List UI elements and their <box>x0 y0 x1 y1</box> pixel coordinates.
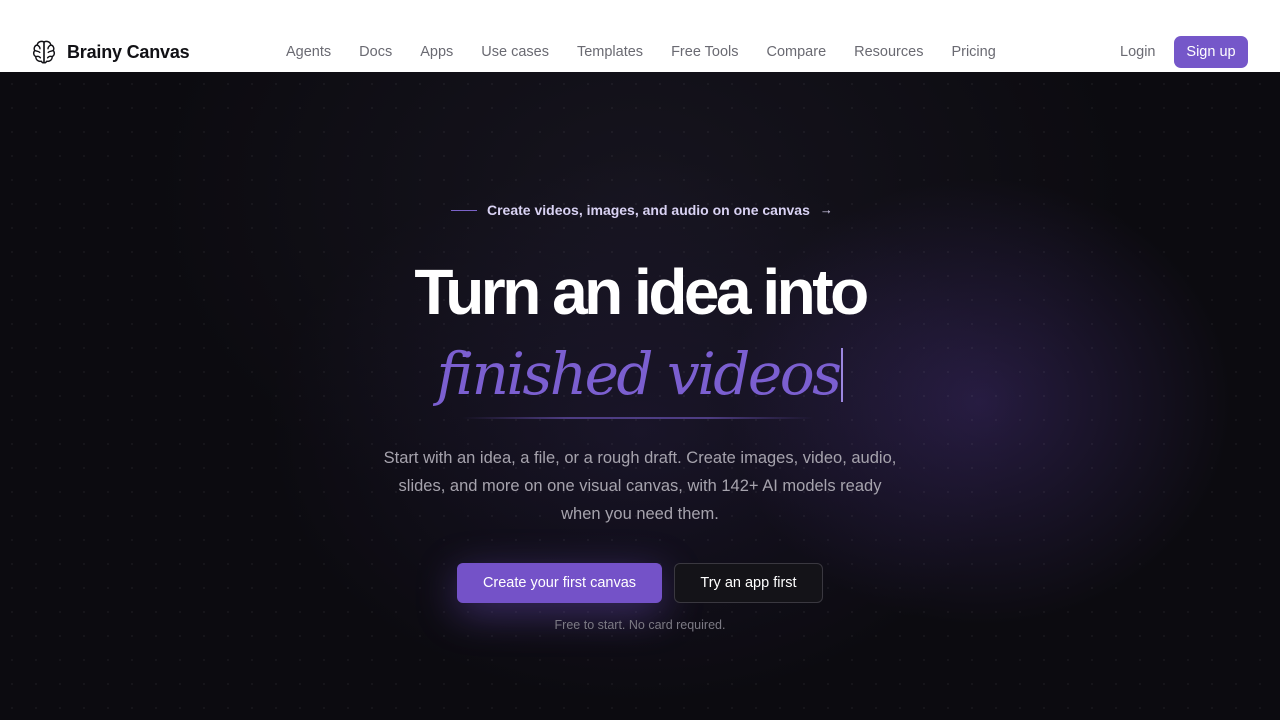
signup-button[interactable]: Sign up <box>1174 36 1248 68</box>
hero-subtitle: Start with an idea, a file, or a rough d… <box>383 449 897 523</box>
create-canvas-button[interactable]: Create your first canvas <box>457 563 662 603</box>
site-header: Brainy Canvas Agents Docs Apps Use cases… <box>0 0 1280 72</box>
typing-cursor <box>841 348 844 402</box>
brain-icon <box>31 39 57 65</box>
hero-section: Create videos, images, and audio on one … <box>0 72 1280 720</box>
nav-item-apps[interactable]: Apps <box>406 42 467 62</box>
arrow-right-icon: → <box>819 202 833 217</box>
nav-item-use-cases[interactable]: Use cases <box>467 42 563 62</box>
nav-item-docs[interactable]: Docs <box>345 42 406 62</box>
eyebrow-line-decoration <box>451 209 477 211</box>
brand-name: Brainy Canvas <box>67 41 190 62</box>
try-app-button[interactable]: Try an app first <box>674 563 823 603</box>
nav-item-compare[interactable]: Compare <box>753 42 841 62</box>
nav-item-resources[interactable]: Resources <box>840 42 937 62</box>
nav-item-pricing[interactable]: Pricing <box>937 42 1009 62</box>
hero-eyebrow-link[interactable]: Create videos, images, and audio on one … <box>451 200 833 220</box>
login-link[interactable]: Login <box>1120 42 1155 62</box>
nav-item-free-tools[interactable]: Free Tools <box>657 42 752 62</box>
nav-item-agents[interactable]: Agents <box>272 42 345 62</box>
hero-headline-accent: finished videos <box>0 338 1280 410</box>
hero-headline: Turn an idea into <box>414 256 869 328</box>
free-note: Free to start. No card required. <box>554 618 726 632</box>
headline-accent-text: finished videos <box>436 340 842 408</box>
main-nav: Agents Docs Apps Use cases Templates Fre… <box>272 42 1010 62</box>
brand-logo[interactable]: Brainy Canvas <box>31 39 190 65</box>
accent-underline <box>462 417 814 419</box>
eyebrow-text: Create videos, images, and audio on one … <box>487 202 810 218</box>
nav-item-templates[interactable]: Templates <box>563 42 657 62</box>
